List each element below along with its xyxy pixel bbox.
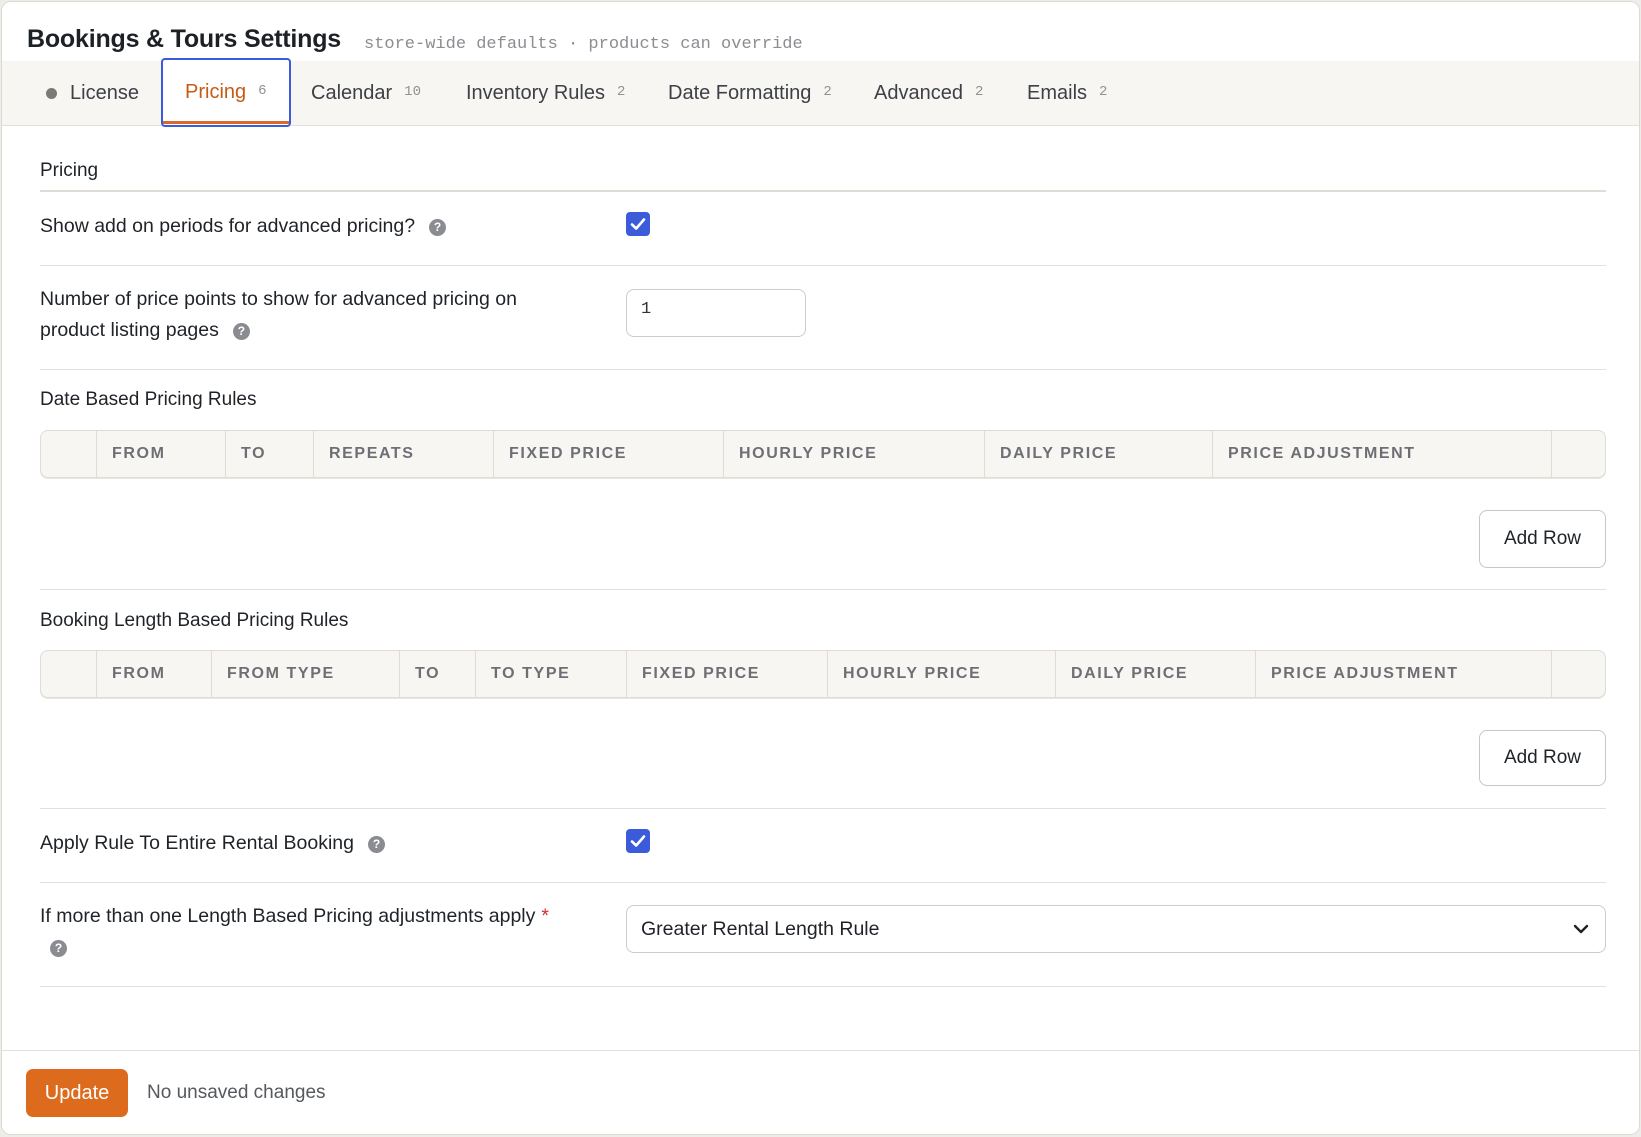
price-points-text-line2: product listing pages bbox=[40, 319, 219, 341]
settings-window: Bookings & Tours Settings store-wide def… bbox=[1, 1, 1640, 1135]
divider bbox=[40, 369, 1606, 370]
length-rules-title: Booking Length Based Pricing Rules bbox=[40, 610, 349, 631]
tab-pricing[interactable]: Pricing 6 bbox=[161, 58, 291, 127]
page-subtitle: store-wide defaults · products can overr… bbox=[364, 35, 803, 54]
column-header: PRICE ADJUSTMENT bbox=[1255, 651, 1459, 697]
divider bbox=[40, 589, 1606, 590]
show-addon-label: Show add on periods for advanced pricing… bbox=[40, 211, 447, 242]
tab-bar: License Pricing 6 Calendar 10 Inventory … bbox=[2, 58, 1639, 127]
apply-entire-label: Apply Rule To Entire Rental Booking? bbox=[40, 828, 385, 859]
add-row-button[interactable]: Add Row bbox=[1479, 730, 1606, 786]
required-mark: * bbox=[541, 905, 549, 927]
tab-count: 2 bbox=[616, 83, 626, 100]
tab-label: Emails bbox=[1027, 82, 1088, 104]
tab-label: Calendar bbox=[311, 82, 393, 104]
tab-count: 2 bbox=[1099, 83, 1108, 100]
page-title: Bookings & Tours Settings bbox=[27, 25, 341, 53]
length-rules-table-header: FROM FROM TYPE TO TO TYPE FIXED PRICE HO… bbox=[40, 650, 1606, 698]
column-header-actions bbox=[1551, 431, 1552, 477]
tab-advanced[interactable]: Advanced 2 bbox=[874, 61, 983, 126]
multi-rule-selected-value: Greater Rental Length Rule bbox=[641, 917, 880, 940]
price-points-label: Number of price points to show for advan… bbox=[40, 284, 517, 346]
apply-entire-checkbox[interactable] bbox=[626, 829, 650, 853]
column-header: FROM TYPE bbox=[211, 651, 335, 697]
help-icon[interactable]: ? bbox=[50, 940, 67, 957]
divider bbox=[40, 190, 1606, 192]
update-button[interactable]: Update bbox=[26, 1069, 128, 1117]
tab-count: 2 bbox=[974, 83, 984, 100]
column-header: FROM bbox=[96, 431, 166, 477]
tab-calendar[interactable]: Calendar 10 bbox=[311, 61, 421, 126]
column-header: TO bbox=[225, 431, 266, 477]
column-header: TO TYPE bbox=[475, 651, 570, 697]
multi-rule-select[interactable]: Greater Rental Length Rule bbox=[626, 905, 1606, 953]
column-header: DAILY PRICE bbox=[1055, 651, 1188, 697]
footer-bar: Update No unsaved changes bbox=[2, 1050, 1639, 1134]
divider bbox=[40, 265, 1606, 266]
page-header: Bookings & Tours Settings store-wide def… bbox=[2, 2, 1639, 61]
column-header: DAILY PRICE bbox=[984, 431, 1117, 477]
tab-label: Inventory Rules bbox=[466, 82, 605, 104]
save-status: No unsaved changes bbox=[147, 1082, 326, 1103]
tab-emails[interactable]: Emails 2 bbox=[1027, 61, 1107, 126]
tab-count: 2 bbox=[823, 83, 832, 100]
tab-date-formatting[interactable]: Date Formatting 2 bbox=[668, 61, 832, 126]
show-addon-checkbox[interactable] bbox=[626, 212, 650, 236]
divider bbox=[40, 808, 1606, 809]
multi-rule-text: If more than one Length Based Pricing ad… bbox=[40, 905, 536, 927]
column-header-actions bbox=[1551, 651, 1552, 697]
column-header: HOURLY PRICE bbox=[827, 651, 981, 697]
section-title: Pricing bbox=[40, 160, 99, 181]
multi-rule-label: If more than one Length Based Pricing ad… bbox=[40, 901, 549, 963]
column-header: FROM bbox=[96, 651, 166, 697]
column-header: TO bbox=[399, 651, 440, 697]
check-icon bbox=[630, 218, 646, 230]
help-icon[interactable]: ? bbox=[232, 323, 250, 340]
help-icon[interactable]: ? bbox=[429, 219, 447, 236]
check-icon bbox=[630, 835, 646, 847]
help-icon[interactable]: ? bbox=[368, 836, 385, 853]
tab-label: Advanced bbox=[874, 82, 963, 104]
add-row-button[interactable]: Add Row bbox=[1479, 510, 1606, 568]
show-addon-text: Show add on periods for advanced pricing… bbox=[40, 215, 416, 237]
chevron-down-icon bbox=[1573, 924, 1589, 934]
tab-count: 10 bbox=[404, 83, 421, 100]
divider bbox=[40, 986, 1606, 987]
date-rules-title: Date Based Pricing Rules bbox=[40, 389, 257, 410]
apply-entire-text: Apply Rule To Entire Rental Booking bbox=[40, 832, 354, 854]
tab-label: Date Formatting bbox=[668, 82, 812, 104]
price-points-text-line1: Number of price points to show for advan… bbox=[40, 288, 517, 310]
price-points-input[interactable]: 1 bbox=[626, 289, 806, 337]
column-header: HOURLY PRICE bbox=[723, 431, 877, 477]
tab-label: Pricing bbox=[185, 81, 247, 103]
tab-count: 6 bbox=[258, 82, 267, 99]
status-dot-icon bbox=[46, 88, 57, 99]
tab-inventory-rules[interactable]: Inventory Rules 2 bbox=[466, 61, 625, 126]
tab-label: License bbox=[70, 82, 139, 104]
column-header: PRICE ADJUSTMENT bbox=[1212, 431, 1416, 477]
date-rules-table-header: FROM TO REPEATS FIXED PRICE HOURLY PRICE… bbox=[40, 430, 1606, 478]
column-header: FIXED PRICE bbox=[493, 431, 627, 477]
tab-license[interactable]: License bbox=[46, 61, 139, 126]
column-header: FIXED PRICE bbox=[626, 651, 760, 697]
divider bbox=[40, 882, 1606, 883]
column-header: REPEATS bbox=[313, 431, 415, 477]
